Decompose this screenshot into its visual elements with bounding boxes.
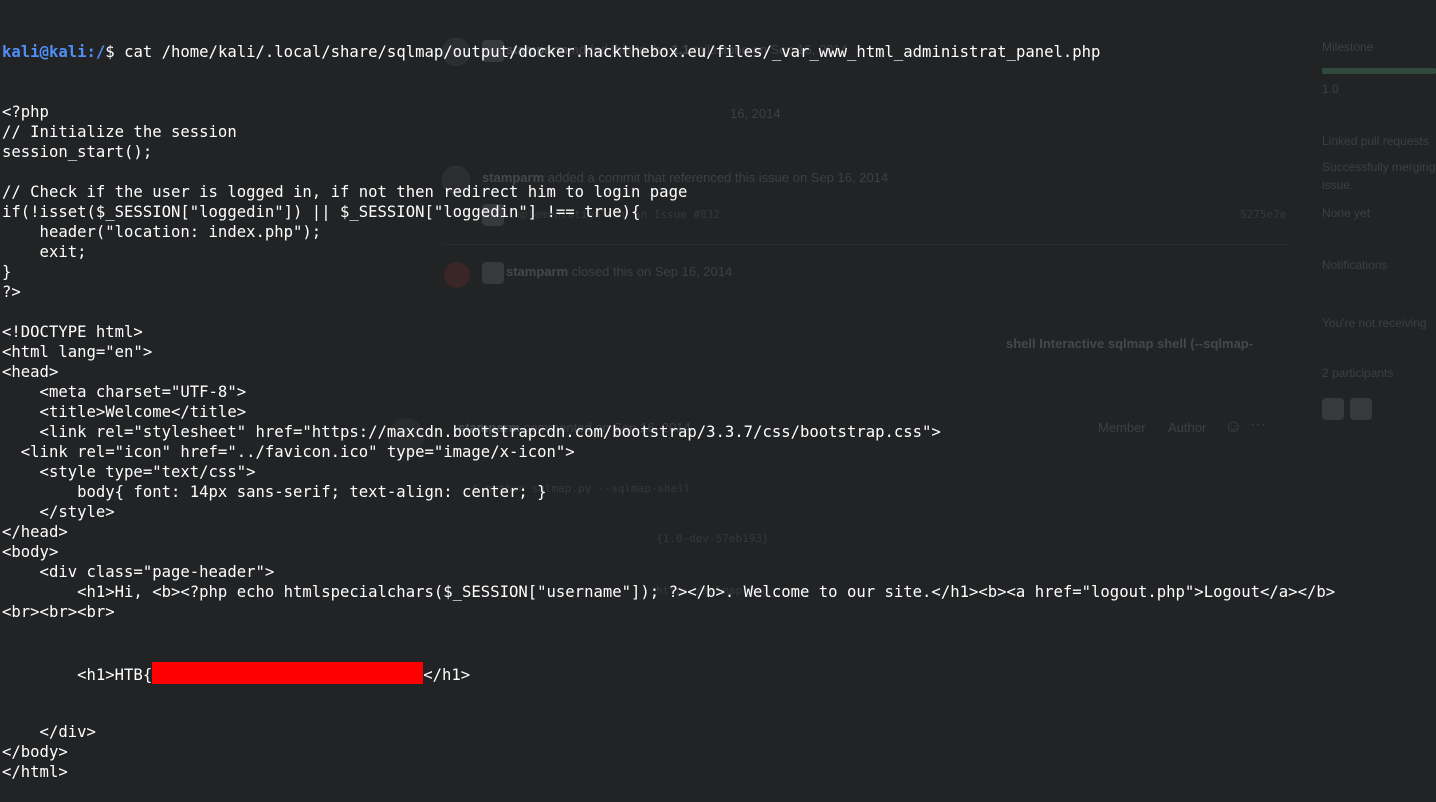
code-line: // Initialize the session: [2, 123, 237, 141]
terminal-output[interactable]: kali@kali:/$ cat /home/kali/.local/share…: [2, 2, 1335, 802]
code-line: <?php: [2, 103, 49, 121]
code-line: </html>: [2, 763, 68, 781]
code-line: <br><br><br>: [2, 603, 115, 621]
code-line: <meta charset="UTF-8">: [2, 383, 247, 401]
code-line: ?>: [2, 283, 21, 301]
prompt-symbol: $: [105, 43, 125, 61]
code-line: <body>: [2, 543, 59, 561]
code-line: // Check if the user is logged in, if no…: [2, 183, 688, 201]
code-line: <html lang="en">: [2, 343, 153, 361]
prompt-line: kali@kali:/$ cat /home/kali/.local/share…: [2, 42, 1335, 62]
code-line: body{ font: 14px sans-serif; text-align:…: [2, 483, 547, 501]
flag-suffix: </h1>: [423, 666, 471, 684]
notifications-text: You're not receiving: [1322, 316, 1427, 330]
code-line: <!DOCTYPE html>: [2, 323, 143, 341]
milestone-progress: [1322, 68, 1436, 74]
file-content: <?php // Initialize the session session_st…: [2, 102, 1335, 622]
file-content-tail: </div> </body> </html>: [2, 722, 1335, 782]
code-line: <head>: [2, 363, 59, 381]
code-line: <link rel="stylesheet" href="https://max…: [2, 423, 941, 441]
code-line: </style>: [2, 503, 115, 521]
code-line: exit;: [2, 243, 87, 261]
code-line: <title>Welcome</title>: [2, 403, 247, 421]
linked-pr-label: Linked pull requests: [1322, 134, 1429, 148]
code-line: session_start();: [2, 143, 153, 161]
flag-line: <h1>HTB{ </h1>: [2, 662, 1335, 684]
code-line: if(!isset($_SESSION["loggedin"]) || $_SE…: [2, 203, 641, 221]
prompt-user: kali@kali: [2, 43, 87, 61]
code-line: <h1>Hi, <b><?php echo htmlspecialchars($…: [2, 583, 1336, 601]
code-line: <link rel="icon" href="../favicon.ico" t…: [2, 443, 575, 461]
code-line: </head>: [2, 523, 68, 541]
command-text: cat /home/kali/.local/share/sqlmap/outpu…: [124, 43, 1101, 61]
flag-prefix: <h1>HTB{: [2, 666, 153, 684]
code-line: <div class="page-header">: [2, 563, 275, 581]
code-line: </body>: [2, 743, 68, 761]
code-line: </div>: [2, 723, 96, 741]
code-line: }: [2, 263, 12, 281]
code-line: header("location: index.php");: [2, 223, 322, 241]
redaction-box: [152, 662, 424, 684]
avatar[interactable]: [1350, 398, 1372, 420]
code-line: <style type="text/css">: [2, 463, 256, 481]
prompt-path: :/: [86, 43, 106, 61]
linked-pr-text: Successfully merging: [1322, 160, 1436, 174]
